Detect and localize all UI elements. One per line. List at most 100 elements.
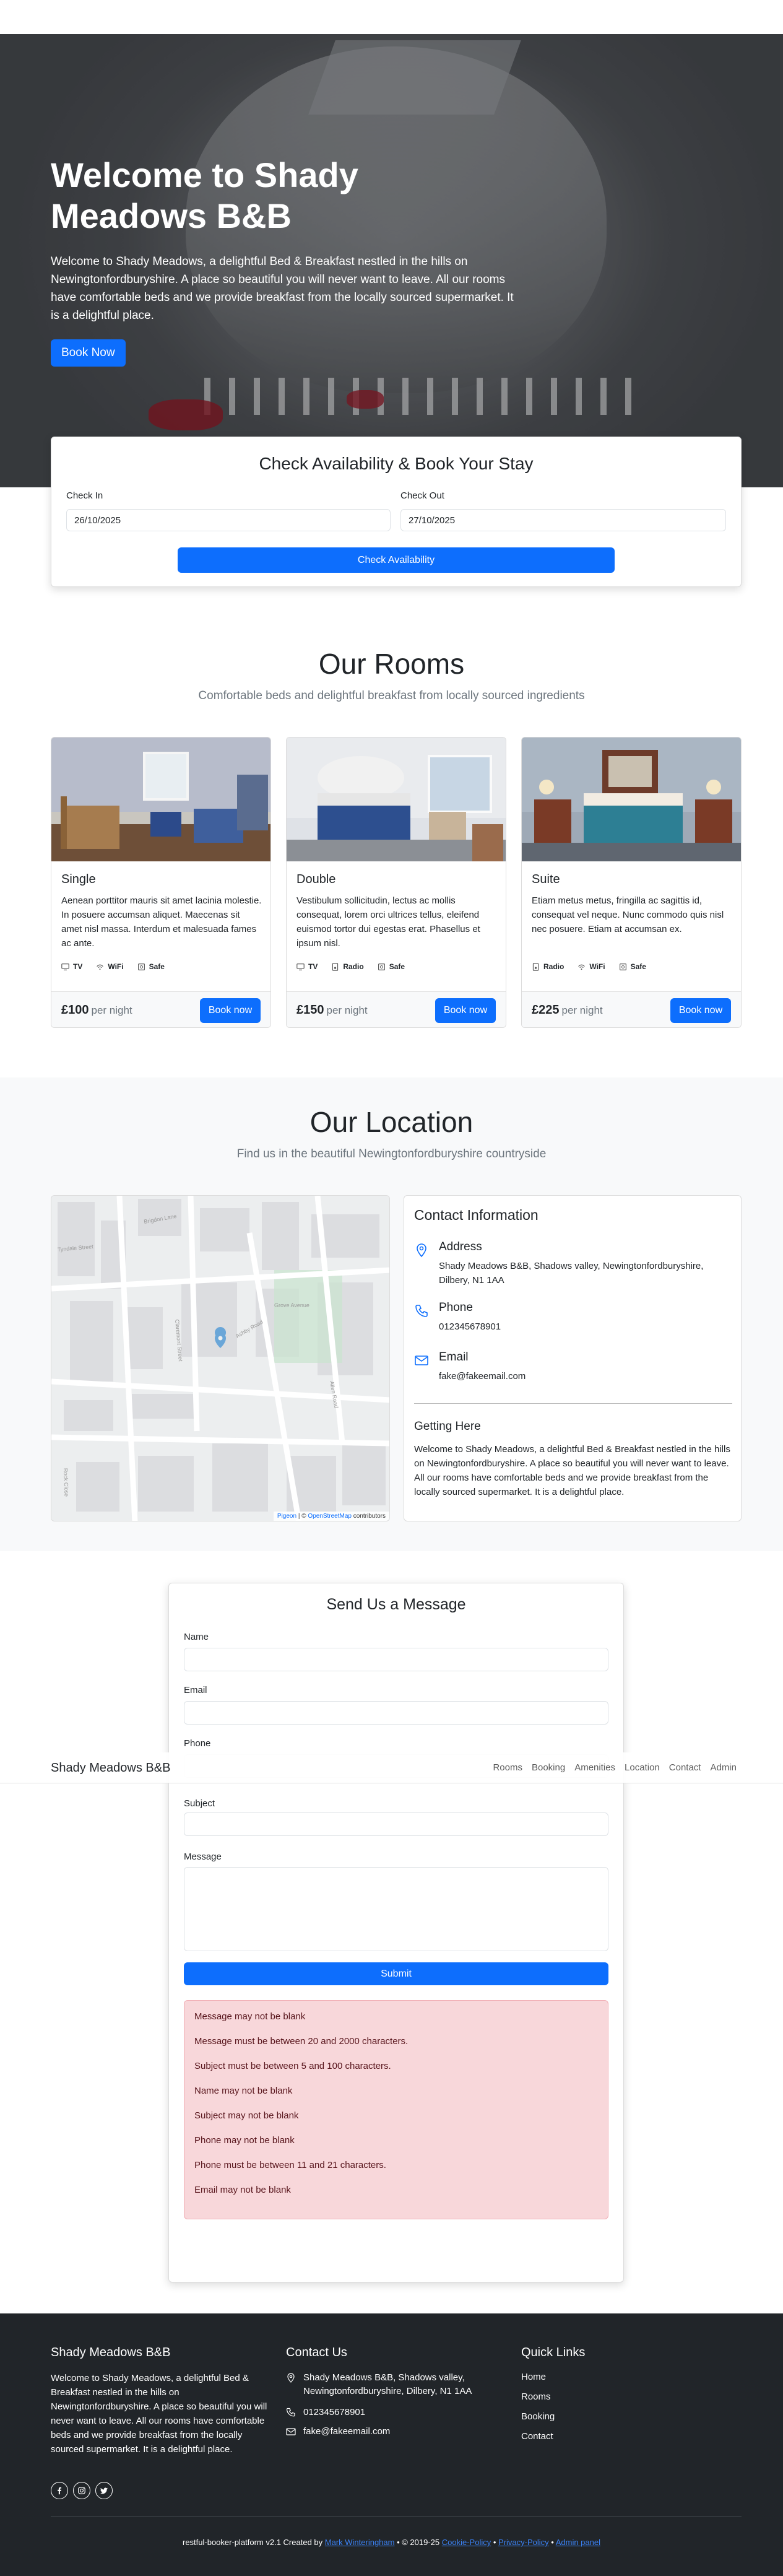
nav-item-amenities[interactable]: Amenities [574,1762,615,1773]
footer-about-text: Welcome to Shady Meadows, a delightful B… [51,2373,267,2455]
checkout-input[interactable] [400,509,726,531]
room-description: Aenean porttitor mauris sit amet lacinia… [61,895,262,949]
per-night-label: per night [561,1004,603,1016]
wifi-icon [578,964,586,970]
phone-field-label: Phone [184,1738,211,1749]
privacy-policy-link[interactable]: Privacy-Policy [498,2538,549,2547]
book-room-button[interactable]: Book now [200,998,261,1023]
availability-card: Check Availability & Book Your Stay Chec… [51,437,742,587]
rooms-subtitle: Comfortable beds and delightful breakfas… [198,689,585,702]
footer-link-contact[interactable]: Contact [521,2431,553,2442]
message-textarea[interactable] [184,1867,608,1951]
name-input[interactable] [184,1648,608,1671]
room-name: Suite [532,872,560,886]
hero-section: Welcome to Shady Meadows B&B Welcome to … [0,34,783,487]
check-availability-button[interactable]: Check Availability [178,547,615,573]
nav-item-admin[interactable]: Admin [710,1762,737,1773]
osm-link[interactable]: OpenStreetMap [308,1513,352,1520]
footer-phone: 012345678901 [286,2406,365,2419]
address-label: Address [439,1240,482,1253]
book-room-button[interactable]: Book now [670,998,731,1023]
amenity-tv: TV [296,962,318,971]
footer-links-title: Quick Links [521,2346,586,2359]
room-amenities: Radio WiFi Safe [532,962,646,971]
cookie-policy-link[interactable]: Cookie-Policy [442,2538,491,2547]
amenity-tv: TV [61,962,82,971]
location-map[interactable]: Brigdon Lane Tyndale Street Claremont St… [51,1195,390,1521]
submit-button[interactable]: Submit [184,1962,608,1985]
amenity-label: Safe [149,962,165,971]
getting-here-text: Welcome to Shady Meadows, a delightful B… [414,1444,730,1497]
amenity-radio: Radio [532,962,564,971]
copyright-mid: • © 2019-25 [394,2538,442,2547]
location-pin-icon [417,1243,426,1258]
room-image [522,738,741,861]
navbar-brand[interactable]: Shady Meadows B&B [51,1761,170,1775]
error-message: Subject may not be blank [194,2110,299,2121]
footer-link-rooms[interactable]: Rooms [521,2391,551,2402]
room-amenities: TV Radio Safe [296,962,405,971]
email-input[interactable] [184,1701,608,1725]
subject-input[interactable] [184,1812,608,1836]
facebook-icon[interactable] [51,2482,68,2499]
phone-value: 012345678901 [439,1321,501,1332]
room-footer: £225 per night Book now [522,991,741,1027]
hero-text: Welcome to Shady Meadows, a delightful B… [51,255,514,322]
separator: • [491,2538,499,2547]
error-message: Name may not be blank [194,2086,293,2096]
checkin-label: Check In [66,490,103,501]
map-attribution: Pigeon | © OpenStreetMap contributors [273,1512,389,1521]
location-section: Our Location Find us in the beautiful Ne… [0,1077,783,1551]
copyright-prefix: restful-booker-platform v2.1 Created by [182,2538,325,2547]
envelope-icon [415,1355,428,1365]
address-value: Shady Meadows B&B, Shadows valley, Newin… [439,1261,704,1286]
error-message: Phone may not be blank [194,2135,295,2146]
book-room-button[interactable]: Book now [435,998,496,1023]
map-street-label: Rock Close [63,1468,70,1497]
amenity-label: WiFi [108,962,124,971]
phone-label: Phone [439,1301,473,1314]
author-link[interactable]: Mark Winteringham [325,2538,395,2547]
price-value: £100 [61,1003,89,1017]
rooms-title: Our Rooms [318,648,465,680]
map-street-label: Grove Avenue [274,1302,309,1308]
room-card-double: Double Vestibulum sollicitudin, lectus a… [286,737,506,1028]
error-message: Email may not be blank [194,2185,291,2195]
checkout-label: Check Out [400,490,444,501]
hero-content: Welcome to Shady Meadows B&B Welcome to … [51,155,521,367]
book-now-button[interactable]: Book Now [51,339,126,367]
footer-email: fake@fakeemail.com [286,2425,390,2439]
footer-link-home[interactable]: Home [521,2372,546,2382]
error-alert: Message may not be blank Message must be… [184,2000,608,2219]
nav-item-rooms[interactable]: Rooms [493,1762,522,1773]
amenity-label: Safe [630,962,646,971]
per-night-label: per night [91,1004,132,1016]
amenity-label: Radio [543,962,565,971]
amenity-safe: Safe [137,962,165,971]
getting-here-title: Getting Here [414,1420,481,1433]
divider [414,1403,732,1404]
admin-panel-link[interactable]: Admin panel [556,2538,600,2547]
nav-item-contact[interactable]: Contact [669,1762,701,1773]
room-card-single: Single Aenean porttitor mauris sit amet … [51,737,271,1028]
attribution-tail: contributors [351,1513,386,1520]
contact-title: Contact Information [414,1207,539,1223]
room-name: Single [61,872,96,886]
error-message: Message may not be blank [194,2011,306,2022]
safe-icon [137,963,145,970]
error-message: Message must be between 20 and 2000 char… [194,2036,409,2047]
footer-email-text: fake@fakeemail.com [303,2426,391,2437]
checkin-input[interactable] [66,509,391,531]
error-message: Subject must be between 5 and 100 charac… [194,2061,391,2071]
amenity-label: WiFi [589,962,605,971]
twitter-icon[interactable] [95,2482,113,2499]
nav-item-location[interactable]: Location [625,1762,660,1773]
instagram-icon[interactable] [73,2482,90,2499]
pigeon-link[interactable]: Pigeon [277,1513,296,1520]
nav-item-booking[interactable]: Booking [532,1762,565,1773]
email-value: fake@fakeemail.com [439,1371,526,1382]
location-title: Our Location [309,1106,474,1138]
amenity-label: TV [308,962,318,971]
location-subtitle: Find us in the beautiful Newingtonfordbu… [236,1147,547,1160]
footer-link-booking[interactable]: Booking [521,2411,555,2422]
